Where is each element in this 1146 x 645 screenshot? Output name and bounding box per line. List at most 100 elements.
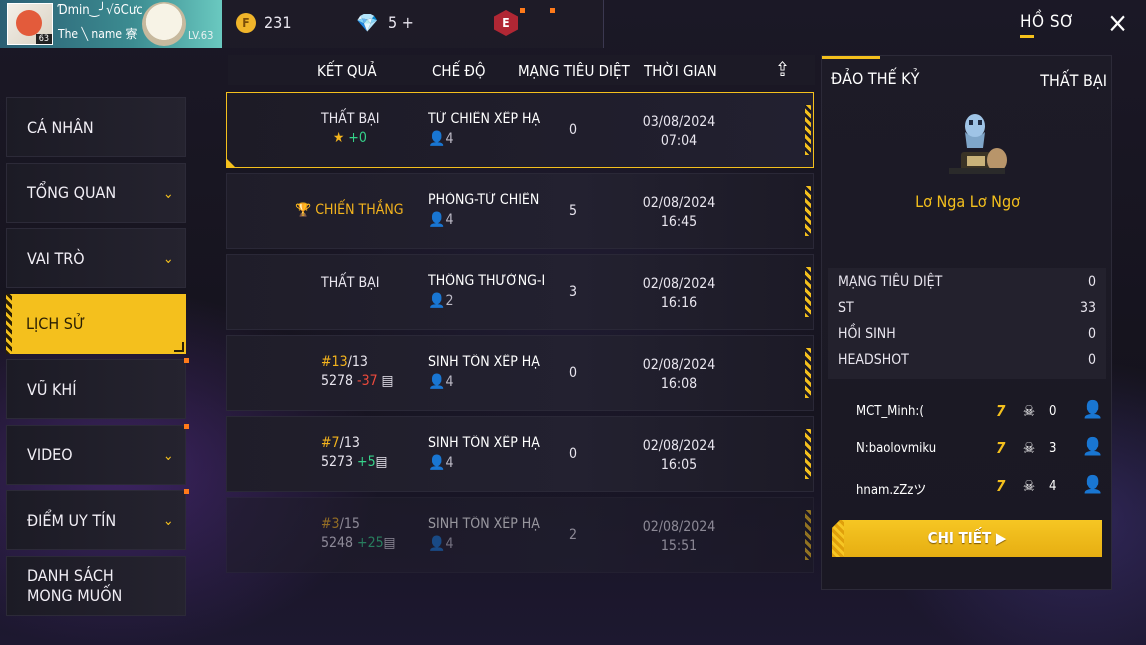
stat-label: MẠNG TIÊU DIỆT <box>838 274 943 290</box>
row-time: 16:08 <box>660 376 698 392</box>
row-score: 5273 +5▤ <box>321 454 388 470</box>
sidebar-item-tong-quan[interactable]: TỔNG QUAN ⌄ <box>6 162 186 223</box>
row-time: 16:45 <box>660 214 698 230</box>
row-datetime: 02/08/2024 16:05 <box>638 437 720 475</box>
match-result: THẤT BẠI <box>1040 71 1107 90</box>
table-row[interactable]: #3/15 5248 +25▤ SINH TỒN XẾP HẠ 👤4 2 02/… <box>226 497 814 573</box>
match-history-list: THẤT BẠI ★ +0 TỬ CHIẾN XẾP HẠ 👤4 0 03/08… <box>226 92 814 578</box>
close-icon[interactable]: × <box>1107 9 1128 37</box>
score-value: 5273 <box>321 454 354 470</box>
player-level: LV.63 <box>188 29 214 42</box>
row-datetime: 02/08/2024 15:51 <box>638 518 720 556</box>
stat-value: 0 <box>1087 326 1096 342</box>
mascot-icon <box>142 2 186 46</box>
row-kills: 0 <box>569 446 578 462</box>
row-date: 02/08/2024 <box>642 195 716 211</box>
skull-icon: ☠ <box>1023 439 1036 457</box>
gold-amount: 231 <box>264 13 292 32</box>
row-result: THẤT BẠI <box>321 111 380 127</box>
player-count: 2 <box>445 293 454 309</box>
add-friend-icon[interactable]: 👤 <box>1082 400 1103 420</box>
list-icon: ▤ <box>383 535 396 551</box>
stats-box: MẠNG TIÊU DIỆT 0 ST 33 HỒI SINH 0 HEADSHOT 0 <box>828 268 1106 379</box>
rank-position: #3 <box>321 516 340 532</box>
hazard-stripe <box>805 105 811 155</box>
score-delta: +5 <box>357 454 376 470</box>
row-result: 🏆 CHIẾN THẮNG <box>295 202 404 218</box>
row-time: 16:16 <box>660 295 698 311</box>
player-count: 4 <box>445 131 454 147</box>
table-row[interactable]: THẤT BẠI ★ +0 TỬ CHIẾN XẾP HẠ 👤4 0 03/08… <box>226 92 814 168</box>
person-icon: 👤 <box>428 212 446 228</box>
row-date: 03/08/2024 <box>642 114 716 130</box>
notification-dot <box>184 423 189 429</box>
sidebar-item-vu-khi[interactable]: VŨ KHÍ <box>6 358 189 419</box>
player-profile-card[interactable]: 63 Ɗmin‿╯√ōCưc The ╲ name ‌寮 LV.63 <box>0 0 222 48</box>
row-date: 02/08/2024 <box>642 276 716 292</box>
player-avatar[interactable]: 63 <box>7 3 53 45</box>
stat-row: ST 33 <box>838 300 1096 326</box>
character-icon <box>949 114 1007 174</box>
sidebar-item-diem-uy-tin[interactable]: ĐIỂM UY TÍN ⌄ <box>6 489 189 550</box>
add-friend-icon[interactable]: 👤 <box>1082 475 1103 495</box>
row-players: 👤4 <box>428 131 453 147</box>
chevron-down-icon: ⌄ <box>163 513 174 529</box>
row-datetime: 02/08/2024 16:16 <box>638 275 720 313</box>
top-bar: 63 Ɗmin‿╯√ōCưc The ╲ name ‌寮 LV.63 F 231… <box>0 0 1146 48</box>
add-friend-icon[interactable]: 👤 <box>1082 437 1103 457</box>
rank-total: /15 <box>339 516 360 532</box>
stat-value: 0 <box>1087 274 1096 290</box>
row-kills: 3 <box>569 284 578 300</box>
sidebar-item-vai-tro[interactable]: VAI TRÒ ⌄ <box>6 228 186 288</box>
header-time: THỜI GIAN <box>644 62 717 80</box>
person-icon: 👤 <box>428 455 446 471</box>
chevron-down-icon: ⌄ <box>163 447 174 464</box>
hazard-stripe <box>805 348 811 398</box>
table-row[interactable]: #13/13 5278 -37 ▤ SINH TỒN XẾP HẠ 👤4 0 0… <box>226 335 814 411</box>
row-datetime: 02/08/2024 16:08 <box>638 356 720 394</box>
row-players: 👤2 <box>428 293 453 309</box>
notification-dot <box>520 8 525 13</box>
row-datetime: 03/08/2024 07:04 <box>638 113 720 151</box>
row-result: THẤT BẠI <box>321 275 380 291</box>
diamond-amount[interactable]: 5 + <box>388 13 414 32</box>
person-icon: 👤 <box>428 374 446 390</box>
stat-row: MẠNG TIÊU DIỆT 0 <box>838 274 1096 300</box>
row-datetime: 02/08/2024 16:45 <box>638 194 720 232</box>
score-delta: +25 <box>357 535 384 551</box>
row-mode: PHÒNG-TỬ CHIẾN <box>428 192 540 208</box>
sidebar-item-video[interactable]: VIDEO ⌄ <box>6 423 189 485</box>
share-icon[interactable]: ⇪ <box>775 57 803 81</box>
header-result: KẾT QUẢ <box>317 62 377 80</box>
teammate-name: MCT_Minh:( <box>856 404 924 419</box>
table-row[interactable]: #7/13 5273 +5▤ SINH TỒN XẾP HẠ 👤4 0 02/0… <box>226 416 814 492</box>
person-icon: 👤 <box>428 293 446 309</box>
table-row[interactable]: 🏆 CHIẾN THẮNG PHÒNG-TỬ CHIẾN 👤4 5 02/08/… <box>226 173 814 249</box>
trophy-icon: 🏆 <box>295 203 312 218</box>
teammate-kills: 3 <box>1049 441 1057 456</box>
row-score: 5278 -37 ▤ <box>321 373 394 389</box>
star-icon: ★ <box>333 130 345 146</box>
row-kills: 5 <box>569 203 578 219</box>
sidebar-item-danh-sach-mong-muon[interactable]: DANH SÁCH MONG MUỐN <box>6 555 186 616</box>
detail-button[interactable]: CHI TIẾT ▶ <box>832 520 1102 557</box>
sidebar-item-lich-su[interactable]: LỊCH SỬ <box>6 293 186 354</box>
sidebar-item-ca-nhan[interactable]: CÁ NHÂN <box>6 97 186 157</box>
row-mode: SINH TỒN XẾP HẠ <box>428 435 540 451</box>
stat-label: HỒI SINH <box>838 326 896 342</box>
sidebar-item-label: VAI TRÒ <box>27 248 85 268</box>
gold-coin-icon: F <box>236 13 256 33</box>
row-players: 👤4 <box>428 455 453 471</box>
player-name: Ɗmin‿╯√ōCưc <box>58 3 143 18</box>
sidebar-item-label: VIDEO <box>27 445 73 464</box>
diamond-plus[interactable]: + <box>402 13 414 32</box>
row-mode: THÔNG THƯỜNG-I <box>428 273 546 289</box>
sidebar-item-label: CÁ NHÂN <box>27 117 94 137</box>
table-row[interactable]: THẤT BẠI THÔNG THƯỜNG-I 👤2 3 02/08/2024 1… <box>226 254 814 330</box>
rank-position: #7 <box>321 435 340 451</box>
guild-tag: The ╲ name ‌寮 <box>58 27 138 41</box>
rank-badge-icon: 7 <box>996 402 1006 420</box>
row-mode: SINH TỒN XẾP HẠ <box>428 516 540 532</box>
hazard-stripe <box>805 510 811 560</box>
row-rank: #7/13 <box>321 435 360 451</box>
